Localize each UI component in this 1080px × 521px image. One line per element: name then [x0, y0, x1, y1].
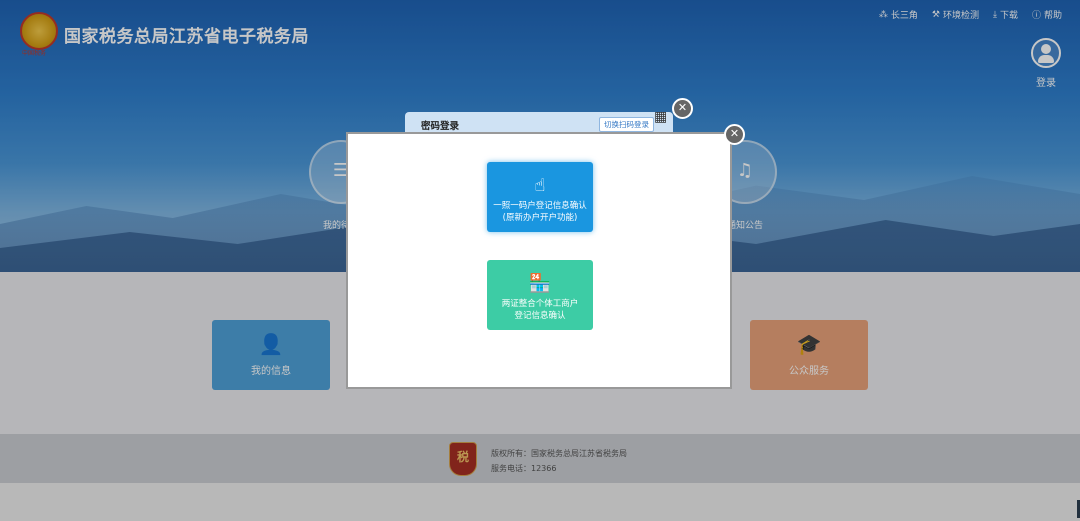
store-icon: 🏪: [528, 273, 552, 294]
nav-label: 长三角: [890, 11, 918, 21]
option-line2: 登记信息确认: [514, 311, 566, 321]
site-title: 国家税务总局江苏省电子税务局: [64, 27, 309, 46]
nav-label: 帮助: [1043, 11, 1062, 21]
tax-emblem-icon: [20, 12, 58, 50]
option-line2: (原新办户开户功能): [502, 213, 578, 223]
user-icon: 👤: [258, 332, 284, 356]
tile-public-service[interactable]: 🎓 公众服务: [750, 320, 868, 390]
nav-item-help[interactable]: ⓘ 帮助: [1032, 8, 1062, 21]
nav-label: 环境检测: [942, 11, 979, 21]
option-unified-code-confirm[interactable]: ☝ 一照一码户登记信息确认 (原新办户开户功能): [487, 162, 593, 232]
graduation-icon: 🎓: [796, 332, 822, 356]
tile-label: 我的信息: [251, 366, 291, 377]
switch-qr-login-button[interactable]: 切换扫码登录: [599, 117, 654, 132]
footer-badge-icon: 税: [449, 442, 477, 476]
footer-copyright: 版权所有：国家税务总局江苏省税务局: [491, 449, 627, 458]
nav-item-download[interactable]: ⤓ 下载: [992, 8, 1018, 22]
footer: 税 版权所有：国家税务总局江苏省税务局 服务电话：12366: [0, 434, 1080, 483]
nav-label: 下载: [999, 11, 1018, 21]
login-panel-title: 密码登录: [421, 121, 460, 132]
qr-code-icon[interactable]: ▦: [654, 109, 674, 129]
login-label: 登录: [1036, 78, 1056, 89]
network-icon: ⁂: [878, 9, 888, 20]
option-line1: 一照一码户登记信息确认: [493, 201, 587, 211]
download-icon: ⤓: [992, 9, 997, 20]
top-nav: ⁂ 长三角 ⚒ 环境检测 ⤓ 下载 ⓘ 帮助: [878, 8, 1062, 22]
tile-my-info[interactable]: 👤 我的信息: [212, 320, 330, 390]
help-icon: ⓘ: [1031, 11, 1041, 21]
tile-label: 公众服务: [789, 366, 829, 377]
nav-item-env-check[interactable]: ⚒ 环境检测: [931, 8, 979, 22]
close-modal-button[interactable]: ✕: [724, 124, 745, 145]
nav-item-yangtze-delta[interactable]: ⁂ 长三角: [878, 8, 918, 22]
option-individual-business-confirm[interactable]: 🏪 两证整合个体工商户 登记信息确认: [487, 260, 593, 330]
page-bottom: [0, 483, 1080, 521]
tools-icon: ⚒: [931, 9, 940, 20]
login-button[interactable]: 登录: [1031, 38, 1061, 89]
option-line1: 两证整合个体工商户: [501, 299, 579, 309]
tap-icon: ☝: [534, 175, 546, 196]
footer-text: 版权所有：国家税务总局江苏省税务局 服务电话：12366: [491, 446, 627, 476]
avatar-icon: [1031, 38, 1061, 68]
close-login-panel-button[interactable]: ✕: [672, 98, 693, 119]
logo-subtitle: 中国税务: [22, 50, 47, 57]
footer-phone: 服务电话：12366: [491, 464, 557, 473]
